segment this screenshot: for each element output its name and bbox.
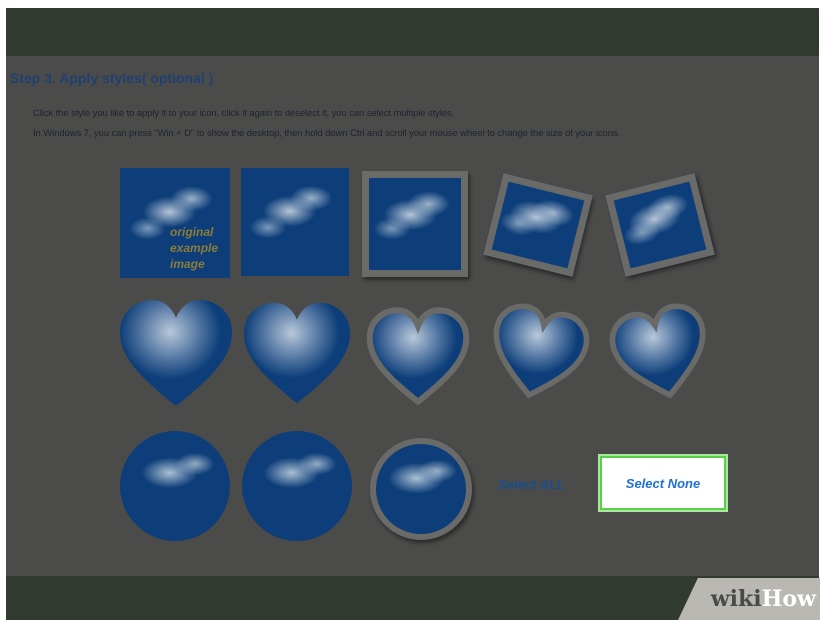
style-circle-plain-2[interactable] — [242, 431, 352, 541]
wikihow-watermark: wiki How — [678, 578, 820, 620]
style-heart-tilted-right[interactable] — [483, 299, 594, 407]
style-heart-plain-2[interactable] — [242, 298, 352, 408]
style-square-framed[interactable] — [362, 171, 468, 277]
overlay-line-original: original — [170, 225, 214, 239]
style-heart-tilted-left[interactable] — [606, 299, 717, 407]
select-none-label: Select None — [625, 475, 701, 491]
instruction-line-1: Click the style you like to apply it to … — [33, 108, 455, 119]
style-heart-plain[interactable] — [118, 298, 234, 408]
style-circle-framed[interactable] — [370, 438, 472, 540]
top-bar — [6, 8, 819, 56]
style-heart-framed[interactable] — [366, 307, 470, 406]
style-circle-plain[interactable] — [120, 431, 230, 541]
page-title: Step 3. Apply styles( optional ) — [10, 70, 214, 86]
select-none-button[interactable]: Select None — [600, 456, 726, 510]
select-all-button[interactable]: Select ALL — [498, 477, 565, 492]
app-frame: Step 3. Apply styles( optional ) Click t… — [6, 8, 819, 620]
watermark-wiki: wiki — [710, 586, 762, 612]
style-square-tilted-left[interactable] — [605, 173, 715, 277]
style-square-plain[interactable] — [241, 168, 349, 276]
overlay-line-image: image — [170, 257, 205, 271]
instruction-line-2: In Windows 7, you can press "Win + D" to… — [33, 128, 621, 139]
watermark-how: How — [761, 586, 816, 612]
style-original[interactable]: original example image — [120, 168, 230, 278]
style-square-tilted-right[interactable] — [483, 173, 593, 277]
overlay-line-example: example — [170, 241, 219, 255]
original-overlay-text: original example image — [170, 224, 218, 272]
